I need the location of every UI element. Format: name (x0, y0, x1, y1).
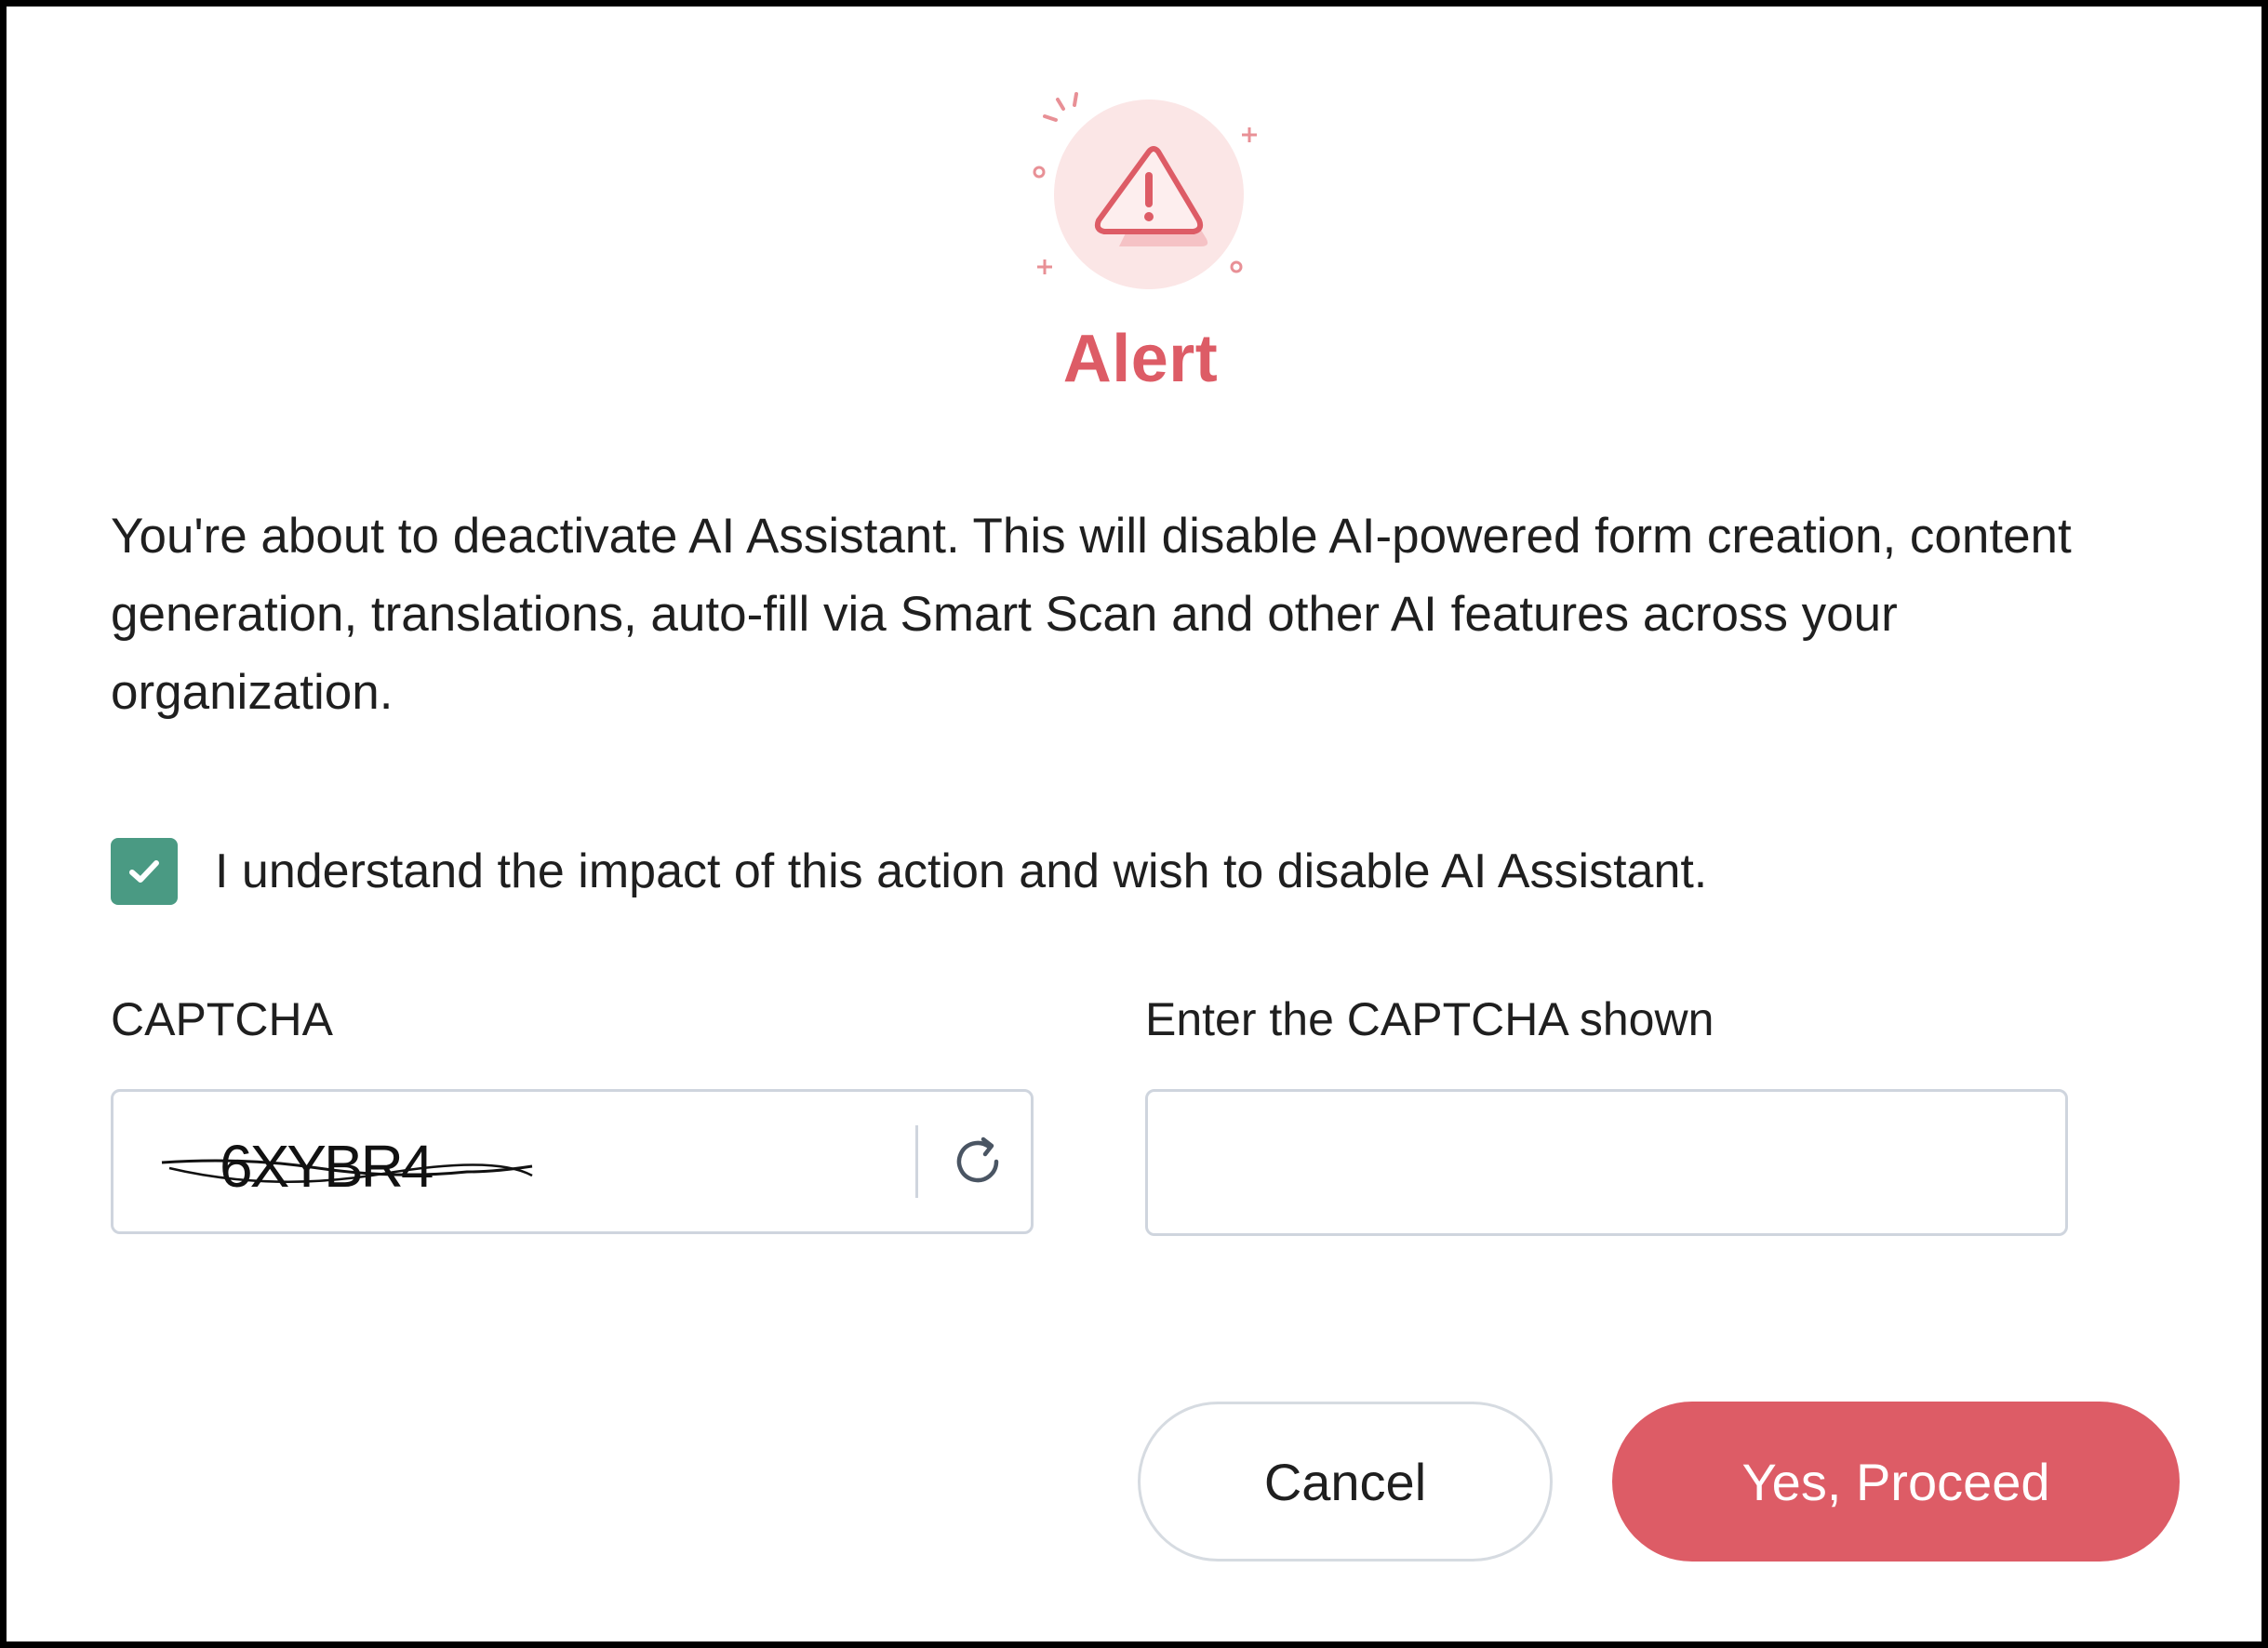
consent-checkbox[interactable] (111, 838, 178, 905)
captcha-refresh-button[interactable] (936, 1120, 1020, 1203)
captcha-code: 6XYBR4 (220, 1133, 433, 1200)
refresh-icon (956, 1136, 999, 1183)
proceed-button[interactable]: Yes, Proceed (1612, 1402, 2180, 1562)
captcha-input[interactable] (1145, 1089, 2068, 1236)
consent-label: I understand the impact of this action a… (215, 844, 1708, 898)
captcha-separator (915, 1125, 918, 1198)
alert-illustration (1030, 90, 1262, 295)
checkmark-icon (129, 860, 159, 883)
dialog-frame: Alert You're about to deactivate AI Assi… (0, 0, 2268, 1648)
cancel-button[interactable]: Cancel (1138, 1402, 1553, 1562)
captcha-image: 6XYBR4 (161, 1133, 533, 1200)
warning-triangle-icon (1033, 92, 1257, 289)
dialog-message: You're about to deactivate AI Assistant.… (111, 509, 2072, 720)
consent-checkbox-row[interactable]: I understand the impact of this action a… (111, 838, 1707, 905)
captcha-display: 6XYBR4 (111, 1089, 1034, 1234)
captcha-label: CAPTCHA (111, 993, 333, 1045)
dialog-title: Alert (1062, 322, 1219, 396)
captcha-input-label: Enter the CAPTCHA shown (1145, 993, 1714, 1045)
